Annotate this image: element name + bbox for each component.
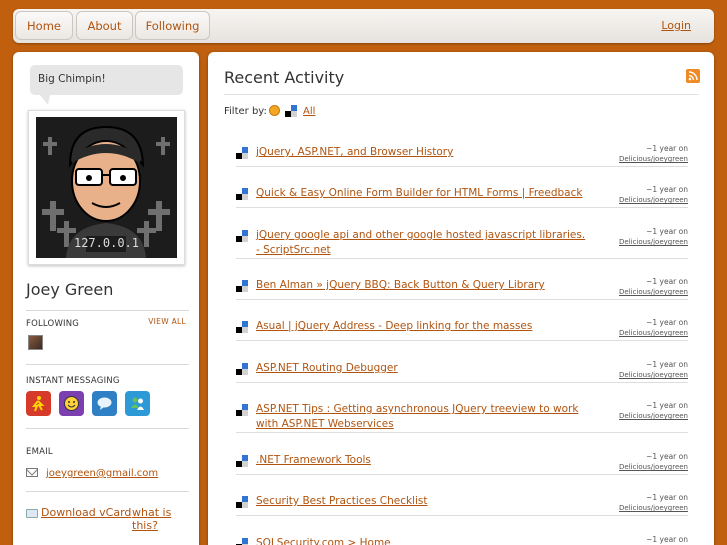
activity-source-link[interactable]: Delicious/joeygreen	[619, 238, 688, 246]
activity-time: ~1 year on	[646, 452, 688, 461]
im-heading: INSTANT MESSAGING	[26, 376, 120, 386]
divider	[26, 310, 189, 311]
activity-source-link[interactable]: Delicious/joeygreen	[619, 504, 688, 512]
activity-time: ~1 year on	[646, 535, 688, 544]
activity-time: ~1 year on	[646, 185, 688, 194]
row-divider	[236, 515, 688, 516]
activity-link[interactable]: jQuery google api and other google hoste…	[256, 228, 586, 258]
row-divider	[236, 207, 688, 208]
profile-panel: Big Chimpin! 127.0.0.1 Joey Green FOLLOW…	[13, 52, 199, 545]
delicious-icon	[236, 538, 248, 545]
view-all-link[interactable]: VIEW ALL	[148, 317, 186, 326]
status-bubble-tail	[40, 95, 50, 105]
email-heading: EMAIL	[26, 447, 53, 457]
status-bubble: Big Chimpin!	[30, 65, 183, 95]
activity-source-link[interactable]: Delicious/joeygreen	[619, 196, 688, 204]
row-divider	[236, 340, 688, 341]
nav-following-button[interactable]: Following	[135, 11, 210, 40]
email-link[interactable]: joeygreen@gmail.com	[46, 468, 158, 479]
activity-time: ~1 year on	[646, 144, 688, 153]
yahoo-messenger-icon[interactable]	[59, 391, 84, 416]
activity-time: ~1 year on	[646, 360, 688, 369]
activity-link[interactable]: Ben Alman » jQuery BBQ: Back Button & Qu…	[256, 278, 586, 293]
activity-time: ~1 year on	[646, 493, 688, 502]
top-nav-bar: Home About Following Login	[13, 9, 714, 43]
following-avatar[interactable]	[28, 335, 43, 350]
activity-time: ~1 year on	[646, 277, 688, 286]
chat-bubble-icon[interactable]	[92, 391, 117, 416]
avatar-caption: 127.0.0.1	[73, 236, 140, 250]
profile-name: Joey Green	[26, 280, 114, 299]
envelope-icon	[26, 468, 38, 477]
divider	[26, 491, 189, 492]
vcard-icon	[26, 509, 38, 518]
delicious-icon	[236, 321, 248, 333]
activity-link[interactable]: Quick & Easy Online Form Builder for HTM…	[256, 186, 586, 201]
activity-link[interactable]: jQuery, ASP.NET, and Browser History	[256, 145, 586, 160]
delicious-icon	[236, 188, 248, 200]
delicious-icon	[236, 280, 248, 292]
page-title: Recent Activity	[224, 68, 345, 87]
row-divider	[236, 432, 688, 433]
activity-source-link[interactable]: Delicious/joeygreen	[619, 412, 688, 420]
row-divider	[236, 258, 688, 259]
avatar: 127.0.0.1	[36, 117, 177, 258]
divider	[26, 428, 189, 429]
activity-time: ~1 year on	[646, 401, 688, 410]
msn-messenger-icon[interactable]	[125, 391, 150, 416]
activity-link[interactable]: Asual | jQuery Address - Deep linking fo…	[256, 319, 586, 334]
aim-icon[interactable]	[26, 391, 51, 416]
filter-source-icon[interactable]	[269, 105, 280, 116]
activity-time: ~1 year on	[646, 318, 688, 327]
delicious-icon	[236, 455, 248, 467]
following-heading: FOLLOWING	[26, 319, 80, 329]
activity-panel: Recent Activity Filter by: All jQuery, A…	[208, 52, 714, 545]
row-divider	[236, 299, 688, 300]
nav-about-button[interactable]: About	[76, 11, 133, 40]
nav-home-button[interactable]: Home	[15, 11, 73, 40]
login-link[interactable]: Login	[661, 19, 691, 32]
activity-time: ~1 year on	[646, 227, 688, 236]
delicious-icon	[236, 404, 248, 416]
filter-label: Filter by:	[224, 106, 267, 117]
download-vcard-link[interactable]: Download vCard	[41, 506, 131, 519]
activity-link[interactable]: ASP.NET Tips : Getting asynchronous JQue…	[256, 402, 586, 432]
divider	[26, 364, 189, 365]
delicious-icon	[236, 496, 248, 508]
avatar-frame: 127.0.0.1	[28, 110, 185, 265]
activity-source-link[interactable]: Delicious/joeygreen	[619, 288, 688, 296]
activity-link[interactable]: SQLSecurity.com > Home	[256, 536, 586, 545]
activity-source-link[interactable]: Delicious/joeygreen	[619, 329, 688, 337]
rss-icon[interactable]	[686, 69, 700, 83]
title-divider	[224, 94, 699, 95]
delicious-icon	[236, 363, 248, 375]
activity-source-link[interactable]: Delicious/joeygreen	[619, 155, 688, 163]
delicious-icon	[236, 147, 248, 159]
activity-link[interactable]: Security Best Practices Checklist	[256, 494, 586, 509]
row-divider	[236, 166, 688, 167]
what-is-this-link[interactable]: what is this?	[132, 506, 199, 532]
activity-link[interactable]: .NET Framework Tools	[256, 453, 586, 468]
delicious-icon	[236, 230, 248, 242]
delicious-filter-icon[interactable]	[285, 105, 297, 117]
activity-link[interactable]: ASP.NET Routing Debugger	[256, 361, 586, 376]
filter-all-link[interactable]: All	[303, 106, 315, 117]
activity-source-link[interactable]: Delicious/joeygreen	[619, 463, 688, 471]
activity-source-link[interactable]: Delicious/joeygreen	[619, 371, 688, 379]
row-divider	[236, 474, 688, 475]
row-divider	[236, 382, 688, 383]
